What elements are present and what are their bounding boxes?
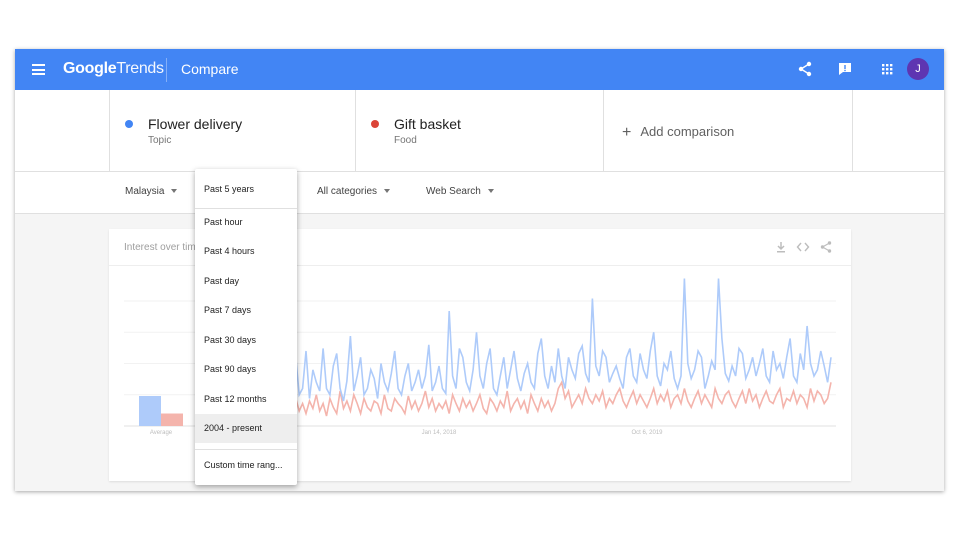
x-tick-label-date: Jan 14, 2018	[422, 430, 457, 436]
app-header: GoogleTrends Compare J	[15, 49, 944, 90]
feedback-icon[interactable]	[835, 59, 855, 79]
term-color-dot	[371, 120, 379, 128]
average-bar-flower-delivery	[139, 396, 161, 426]
chevron-down-icon	[487, 189, 494, 193]
search-type-filter-label: Web Search	[426, 186, 481, 197]
header-divider	[166, 58, 167, 82]
plus-icon: +	[622, 124, 632, 141]
x-tick-label-average: Average	[150, 430, 173, 436]
share-icon[interactable]	[795, 59, 815, 79]
chevron-down-icon	[384, 189, 391, 193]
menu-icon[interactable]	[32, 64, 45, 75]
term-category: Food	[394, 135, 417, 146]
logo-trends-text: Trends	[116, 60, 164, 77]
time-option-past-day[interactable]: Past day	[195, 267, 297, 296]
series-line-gift-basket	[288, 380, 832, 419]
term-color-dot	[125, 120, 133, 128]
time-option-past-90-days[interactable]: Past 90 days	[195, 355, 297, 384]
chart-series	[288, 278, 832, 419]
average-bar-gift-basket	[161, 413, 183, 426]
region-filter[interactable]: Malaysia	[125, 186, 178, 197]
average-bars	[139, 396, 183, 426]
time-option-past-hour[interactable]: Past hour	[195, 208, 297, 237]
time-option-past-30-days[interactable]: Past 30 days	[195, 326, 297, 355]
account-avatar[interactable]: J	[907, 58, 929, 80]
add-comparison-label: + Add comparison	[622, 123, 734, 141]
compare-terms-bar: Flower delivery Topic Gift basket Food +…	[15, 90, 944, 172]
google-trends-logo[interactable]: GoogleTrends	[63, 60, 164, 78]
time-option-past-12-months[interactable]: Past 12 months	[195, 385, 297, 414]
add-comparison-button[interactable]: + Add comparison	[603, 90, 853, 171]
time-range-current[interactable]: Past 5 years	[195, 175, 297, 204]
term-card-flower-delivery[interactable]: Flower delivery Topic	[109, 90, 356, 171]
time-option-past-7-days[interactable]: Past 7 days	[195, 296, 297, 325]
term-card-gift-basket[interactable]: Gift basket Food	[355, 90, 604, 171]
chevron-down-icon	[171, 189, 178, 193]
search-type-filter[interactable]: Web Search	[426, 186, 494, 197]
term-name: Flower delivery	[148, 116, 243, 132]
app-window: GoogleTrends Compare J Flower delivery T…	[15, 49, 944, 491]
term-name: Gift basket	[394, 116, 461, 132]
dropdown-divider	[195, 449, 297, 450]
apps-icon[interactable]	[877, 59, 897, 79]
time-option-custom[interactable]: Custom time rang...	[195, 451, 297, 480]
time-option-2004-present[interactable]: 2004 - present	[195, 414, 297, 443]
region-filter-label: Malaysia	[125, 186, 165, 197]
page-title: Compare	[181, 61, 239, 77]
add-comparison-text: Add comparison	[640, 124, 735, 139]
category-filter[interactable]: All categories	[317, 186, 391, 197]
category-filter-label: All categories	[317, 186, 378, 197]
time-option-past-4-hours[interactable]: Past 4 hours	[195, 237, 297, 266]
filter-bar: Malaysia All categories Web Search	[15, 172, 944, 214]
series-line-flower-delivery	[288, 278, 832, 402]
term-category: Topic	[148, 135, 172, 146]
time-range-dropdown: Past 5 years Past hour Past 4 hours Past…	[195, 169, 297, 485]
x-tick-label-date: Oct 6, 2019	[631, 430, 663, 436]
logo-google-text: Google	[63, 60, 117, 77]
